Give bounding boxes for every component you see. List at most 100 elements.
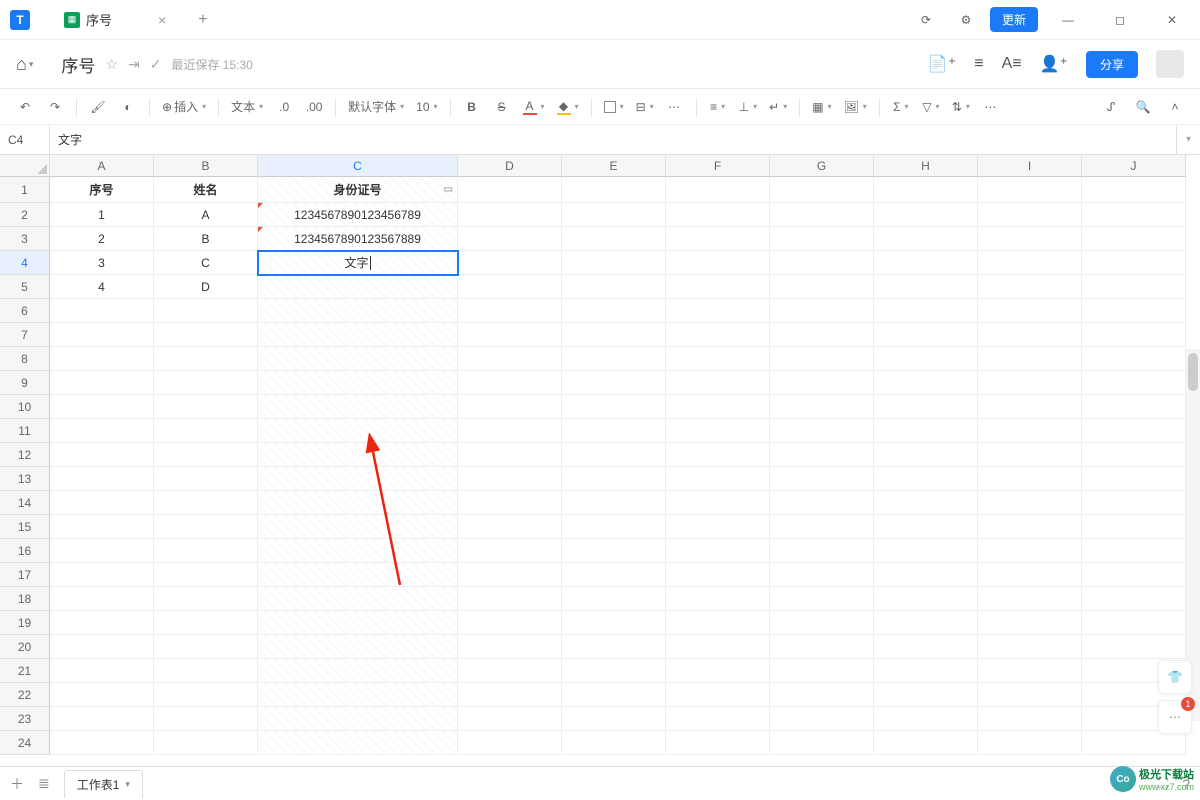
cell[interactable]	[458, 395, 562, 419]
cell[interactable]	[978, 515, 1082, 539]
cell[interactable]	[1082, 587, 1186, 611]
cell[interactable]	[978, 177, 1082, 203]
cell[interactable]	[874, 419, 978, 443]
cell[interactable]	[666, 443, 770, 467]
cell[interactable]	[1082, 611, 1186, 635]
cell[interactable]	[50, 707, 154, 731]
cell[interactable]: A	[154, 203, 258, 227]
column-header[interactable]: I	[978, 155, 1082, 177]
cell[interactable]	[50, 323, 154, 347]
cell[interactable]	[666, 467, 770, 491]
text-format-icon[interactable]: A≡	[1002, 55, 1022, 73]
cell[interactable]	[666, 371, 770, 395]
cell[interactable]	[562, 707, 666, 731]
cell[interactable]	[258, 635, 458, 659]
cell[interactable]	[666, 515, 770, 539]
cell[interactable]	[458, 683, 562, 707]
cell[interactable]	[258, 707, 458, 731]
cell[interactable]	[562, 491, 666, 515]
row-header[interactable]: 9	[0, 371, 50, 395]
cell[interactable]	[874, 707, 978, 731]
cell[interactable]	[458, 443, 562, 467]
cell[interactable]	[562, 467, 666, 491]
cell[interactable]	[458, 707, 562, 731]
cell[interactable]	[1082, 371, 1186, 395]
cell[interactable]	[258, 515, 458, 539]
cell[interactable]	[666, 635, 770, 659]
cell[interactable]	[1082, 227, 1186, 251]
cell[interactable]	[258, 587, 458, 611]
cell[interactable]	[562, 275, 666, 299]
cell[interactable]	[666, 539, 770, 563]
cell[interactable]	[770, 203, 874, 227]
image-button[interactable]: 🖼	[840, 94, 871, 120]
cell[interactable]	[666, 203, 770, 227]
cell[interactable]	[562, 587, 666, 611]
cell-reference-box[interactable]: C4	[0, 125, 50, 154]
cell[interactable]	[874, 203, 978, 227]
cell[interactable]	[874, 635, 978, 659]
decrease-decimal-button[interactable]: .0	[271, 94, 297, 120]
cell[interactable]	[874, 659, 978, 683]
cell[interactable]	[258, 323, 458, 347]
row-header[interactable]: 11	[0, 419, 50, 443]
row-header[interactable]: 23	[0, 707, 50, 731]
cell[interactable]	[666, 683, 770, 707]
cell[interactable]	[562, 563, 666, 587]
cell[interactable]	[978, 227, 1082, 251]
cell[interactable]	[458, 419, 562, 443]
cell[interactable]	[50, 539, 154, 563]
row-header[interactable]: 6	[0, 299, 50, 323]
cell[interactable]	[770, 515, 874, 539]
cell[interactable]	[978, 731, 1082, 755]
tab-add-icon[interactable]: +	[198, 11, 207, 29]
cell[interactable]	[978, 203, 1082, 227]
cell[interactable]	[50, 491, 154, 515]
cell[interactable]	[154, 419, 258, 443]
row-header[interactable]: 14	[0, 491, 50, 515]
format-painter-button[interactable]: 🖌	[85, 94, 111, 120]
cell[interactable]	[666, 347, 770, 371]
cell[interactable]	[562, 395, 666, 419]
cell[interactable]	[978, 419, 1082, 443]
cell[interactable]	[562, 227, 666, 251]
cell[interactable]	[458, 347, 562, 371]
cell[interactable]	[154, 347, 258, 371]
cell[interactable]	[562, 371, 666, 395]
cell[interactable]	[562, 443, 666, 467]
cell[interactable]	[154, 515, 258, 539]
cell[interactable]	[770, 563, 874, 587]
cell[interactable]: 姓名	[154, 177, 258, 203]
cell[interactable]	[874, 347, 978, 371]
cell[interactable]	[978, 443, 1082, 467]
cell[interactable]	[562, 251, 666, 275]
cell[interactable]	[874, 515, 978, 539]
cell[interactable]	[666, 395, 770, 419]
cell[interactable]	[978, 539, 1082, 563]
cell[interactable]	[458, 635, 562, 659]
list-icon[interactable]: ≡	[974, 55, 983, 73]
cell[interactable]	[154, 539, 258, 563]
clear-format-button[interactable]: ◐	[115, 94, 141, 120]
cell[interactable]: 2	[50, 227, 154, 251]
cell[interactable]: 身份证号▭	[258, 177, 458, 203]
cell[interactable]	[50, 419, 154, 443]
cell[interactable]	[154, 443, 258, 467]
cell[interactable]	[50, 611, 154, 635]
cell[interactable]	[154, 371, 258, 395]
vertical-align-button[interactable]: ⊥	[735, 94, 761, 120]
row-header[interactable]: 4	[0, 251, 50, 275]
cell[interactable]	[1082, 251, 1186, 275]
row-header[interactable]: 22	[0, 683, 50, 707]
cell[interactable]	[874, 395, 978, 419]
row-header[interactable]: 7	[0, 323, 50, 347]
close-icon[interactable]: ✕	[1150, 4, 1194, 36]
column-header[interactable]: E	[562, 155, 666, 177]
cell[interactable]	[1082, 539, 1186, 563]
cell[interactable]	[666, 275, 770, 299]
sync-icon[interactable]: ⟳	[910, 4, 942, 36]
cell[interactable]	[978, 587, 1082, 611]
find-icon[interactable]: 🔍	[1130, 94, 1156, 120]
cell[interactable]	[458, 515, 562, 539]
font-color-button[interactable]: A	[519, 94, 549, 120]
